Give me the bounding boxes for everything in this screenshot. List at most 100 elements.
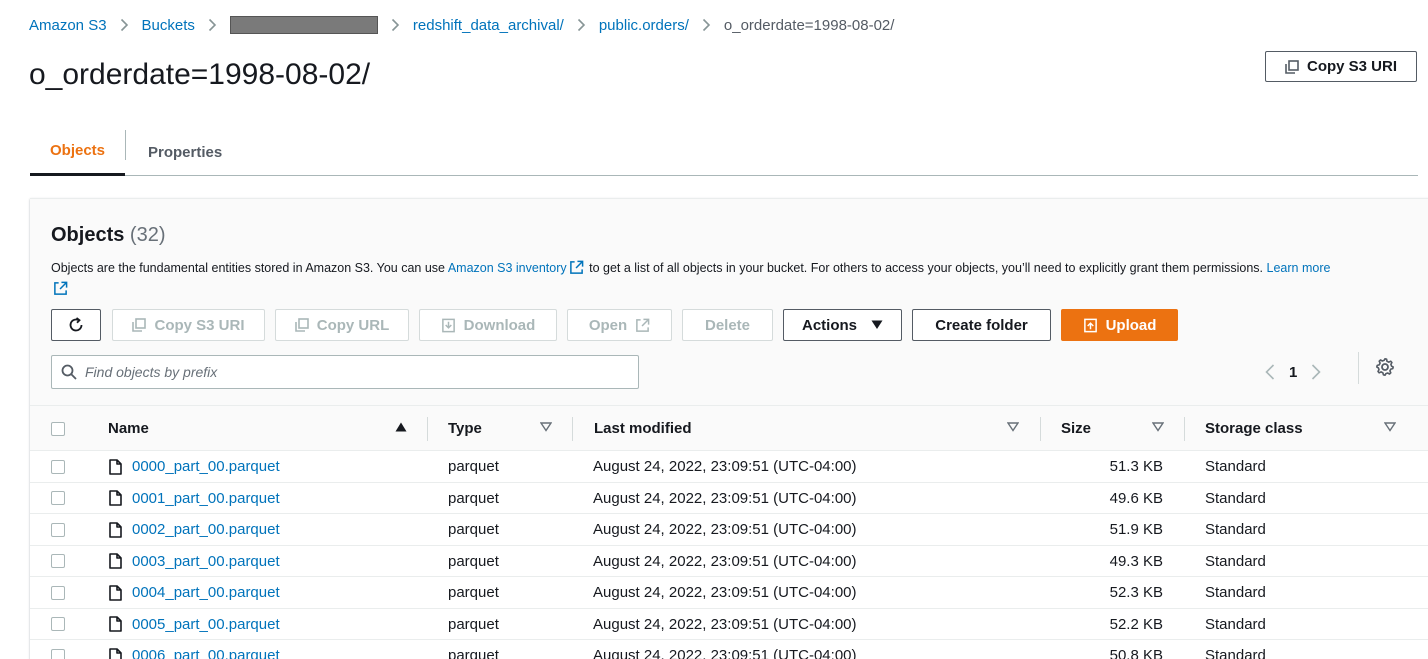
download-button[interactable]: Download	[419, 309, 557, 341]
last-modified-cell: August 24, 2022, 23:09:51 (UTC-04:00)	[593, 647, 857, 659]
table-row[interactable]: 0004_part_00.parquet parquet August 24, …	[30, 577, 1428, 609]
pagination: 1	[1265, 355, 1321, 389]
gear-icon[interactable]	[1375, 357, 1395, 377]
object-name-link[interactable]: 0004_part_00.parquet	[132, 584, 280, 601]
size-cell: 51.9 KB	[1109, 521, 1163, 538]
tab-divider	[125, 130, 126, 160]
row-select-cell	[51, 483, 65, 514]
storage-class-cell: Standard	[1205, 615, 1266, 633]
objects-panel: Objects (32) Objects are the fundamental…	[30, 198, 1428, 659]
pagination-divider	[1358, 352, 1359, 384]
actions-label: Actions	[801, 316, 857, 334]
open-button[interactable]: Open	[567, 309, 672, 341]
open-label: Open	[588, 316, 628, 334]
type-cell: parquet	[448, 647, 499, 659]
sort-icon[interactable]	[1384, 422, 1396, 432]
table-row[interactable]: 0006_part_00.parquet parquet August 24, …	[30, 640, 1428, 659]
tab-properties[interactable]: Properties	[148, 128, 222, 176]
storage-class-cell: Standard	[1205, 458, 1266, 475]
sort-icon[interactable]	[540, 422, 552, 432]
storage-class-cell: Standard	[1205, 647, 1266, 659]
name-cell: 0005_part_00.parquet	[109, 609, 280, 640]
sort-ascending-icon[interactable]	[395, 422, 407, 432]
copy-url-button[interactable]: Copy URL	[275, 309, 409, 341]
chevron-right-icon[interactable]	[1311, 364, 1321, 380]
search-icon	[61, 364, 77, 380]
row-select-cell	[51, 546, 65, 577]
column-header-type[interactable]: Type	[448, 406, 482, 451]
table-row[interactable]: 0005_part_00.parquet parquet August 24, …	[30, 608, 1428, 640]
size-cell: 50.8 KB	[1109, 647, 1163, 659]
table-row[interactable]: 0003_part_00.parquet parquet August 24, …	[30, 545, 1428, 577]
table-header: Name Type Last modified Size Storage cla…	[30, 405, 1428, 451]
copy-icon	[294, 318, 309, 332]
external-link-icon[interactable]	[53, 281, 68, 296]
column-header-size[interactable]: Size	[1061, 406, 1091, 451]
table-row[interactable]: 0001_part_00.parquet parquet August 24, …	[30, 482, 1428, 514]
delete-label: Delete	[704, 316, 751, 334]
row-select-cell	[51, 451, 65, 482]
name-cell: 0002_part_00.parquet	[109, 514, 280, 545]
download-label: Download	[463, 316, 536, 334]
row-checkbox[interactable]	[51, 522, 65, 537]
page-number[interactable]: 1	[1289, 364, 1297, 381]
select-all-checkbox[interactable]	[51, 421, 65, 436]
breadcrumb-public-orders[interactable]: public.orders/	[599, 17, 689, 34]
file-icon	[109, 458, 122, 475]
search-input[interactable]	[85, 364, 625, 380]
sort-icon[interactable]	[1007, 422, 1019, 432]
objects-desc-prefix: Objects are the fundamental entities sto…	[51, 261, 446, 275]
last-modified-cell: August 24, 2022, 23:09:51 (UTC-04:00)	[593, 615, 857, 633]
table-row[interactable]: 0002_part_00.parquet parquet August 24, …	[30, 514, 1428, 546]
chevron-right-icon	[208, 18, 217, 32]
breadcrumb: Amazon S3 Buckets redshift_data_archival…	[29, 14, 894, 36]
tab-objects[interactable]: Objects	[30, 128, 125, 176]
object-name-link[interactable]: 0000_part_00.parquet	[132, 458, 280, 475]
column-header-last-modified[interactable]: Last modified	[594, 406, 692, 451]
row-checkbox[interactable]	[51, 585, 65, 600]
upload-button[interactable]: Upload	[1061, 309, 1178, 341]
column-header-storage-class[interactable]: Storage class	[1205, 406, 1303, 451]
row-select-cell	[51, 640, 65, 659]
row-select-cell	[51, 514, 65, 545]
last-modified-cell: August 24, 2022, 23:09:51 (UTC-04:00)	[593, 458, 857, 475]
copy-s3-uri-button[interactable]: Copy S3 URI	[112, 309, 265, 341]
table-row[interactable]: 0000_part_00.parquet parquet August 24, …	[30, 451, 1428, 483]
row-checkbox[interactable]	[51, 491, 65, 505]
copy-s3-uri-header-button[interactable]: Copy S3 URI	[1265, 51, 1417, 82]
object-name-link[interactable]: 0005_part_00.parquet	[132, 616, 280, 633]
sort-icon[interactable]	[1152, 422, 1164, 432]
breadcrumb-amazon-s3[interactable]: Amazon S3	[29, 17, 107, 34]
row-checkbox[interactable]	[51, 554, 65, 568]
delete-button[interactable]: Delete	[682, 309, 773, 341]
external-link-icon	[569, 260, 583, 274]
breadcrumb-redshift-data-archival[interactable]: redshift_data_archival/	[413, 17, 564, 34]
breadcrumb-current: o_orderdate=1998-08-02/	[723, 16, 895, 34]
s3-inventory-link[interactable]: Amazon S3 inventory	[448, 261, 567, 275]
create-folder-button[interactable]: Create folder	[912, 309, 1051, 341]
search-box	[51, 355, 639, 389]
objects-count: (32)	[129, 224, 166, 246]
actions-dropdown-button[interactable]: Actions	[783, 309, 902, 341]
breadcrumb-buckets[interactable]: Buckets	[142, 17, 195, 34]
row-checkbox[interactable]	[51, 648, 65, 659]
learn-more-link[interactable]: Learn more	[1267, 261, 1331, 275]
column-divider	[572, 417, 573, 441]
object-name-link[interactable]: 0003_part_00.parquet	[132, 553, 280, 570]
type-cell: parquet	[448, 458, 499, 475]
name-cell: 0000_part_00.parquet	[109, 451, 280, 482]
object-name-link[interactable]: 0001_part_00.parquet	[132, 490, 280, 507]
column-header-name[interactable]: Name	[108, 406, 149, 451]
object-name-link[interactable]: 0006_part_00.parquet	[132, 647, 280, 659]
size-cell: 51.3 KB	[1109, 458, 1163, 475]
last-modified-cell: August 24, 2022, 23:09:51 (UTC-04:00)	[593, 584, 857, 601]
chevron-right-icon	[391, 18, 400, 32]
refresh-button[interactable]	[51, 309, 101, 341]
object-name-link[interactable]: 0002_part_00.parquet	[132, 521, 280, 538]
objects-panel-title: Objects (32)	[51, 224, 166, 247]
chevron-left-icon[interactable]	[1265, 364, 1275, 380]
objects-title-text: Objects	[51, 224, 125, 246]
row-checkbox[interactable]	[51, 617, 65, 631]
row-checkbox[interactable]	[51, 459, 65, 474]
type-cell: parquet	[448, 584, 499, 601]
